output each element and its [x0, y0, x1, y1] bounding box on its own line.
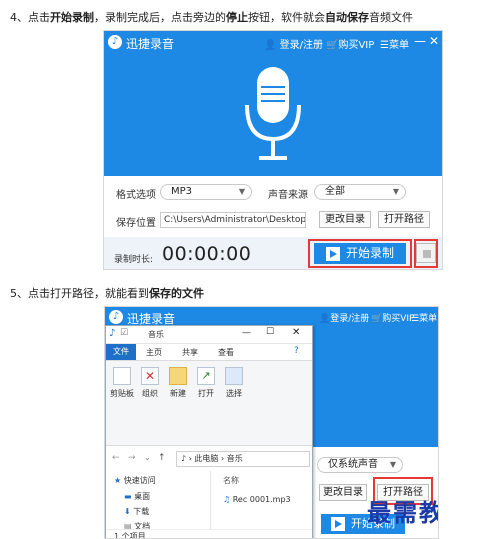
ribbon-organize[interactable]: ✕ 组织 [138, 365, 162, 423]
column-name-header[interactable]: 名称 [223, 475, 239, 486]
explorer-title-bar: ♪ ☑ 音乐 — ☐ ✕ [106, 326, 312, 344]
record-bar: 录制时长: 00:00:00 开始录制 [104, 237, 442, 269]
download-icon: ⬇ [124, 507, 131, 516]
app-logo-icon: ♪ [108, 35, 122, 49]
address-bar: ← → ⌄ ↑ ♪ › 此电脑 › 音乐 [106, 451, 312, 467]
path-label: 保存位置 [116, 218, 156, 229]
stop-button[interactable] [416, 243, 436, 263]
back-icon[interactable]: ← [112, 453, 120, 463]
chevron-down-icon: ▼ [238, 187, 245, 196]
desktop-icon: ▬ [124, 492, 132, 501]
explorer-tabs: 文件 主页 共享 查看 ? [106, 344, 312, 360]
file-row[interactable]: ♫ Rec 0001.mp3 [223, 495, 291, 504]
open-path-button[interactable]: 打开路径 [378, 211, 430, 228]
help-icon[interactable]: ? [294, 346, 299, 356]
ribbon-open[interactable]: ↗ 打开 [194, 365, 218, 423]
ribbon-select[interactable]: 选择 [222, 365, 246, 423]
title-bar: ♪ 迅捷录音 👤 登录/注册 🛒购买VIP ☰菜单 — ✕ [104, 31, 442, 53]
nav-desktop[interactable]: ▬ 桌面 [124, 491, 150, 502]
microphone-icon [245, 67, 301, 160]
recorder-window-2: ♪ 迅捷录音 👤登录/注册 🛒购买VIP ☰菜单 仅系统声音 ▼ 更改目录 打开路… [104, 306, 439, 539]
play-icon [331, 517, 345, 531]
item-count: 1 个项目 [114, 532, 146, 539]
timer-label: 录制时长: [114, 255, 154, 265]
music-note-icon: ♪ [109, 328, 116, 339]
tab-view[interactable]: 查看 [218, 347, 234, 358]
menu-button[interactable]: ☰菜单 [411, 311, 437, 324]
login-button[interactable]: 👤登录/注册 [319, 311, 369, 324]
maximize-icon[interactable]: ☐ [266, 327, 274, 337]
navigation-pane: ★ 快速访问 ▬ 桌面 ⬇ 下载 ▤ 文档 [106, 471, 206, 531]
timer-display: 00:00:00 [162, 243, 252, 265]
path-breadcrumb[interactable]: ♪ › 此电脑 › 音乐 [176, 451, 310, 467]
open-icon: ↗ [197, 367, 215, 385]
checkbox-icon: ☑ [120, 328, 129, 338]
explorer-title: 音乐 [148, 330, 164, 339]
up-icon[interactable]: ↑ [158, 453, 166, 463]
source-select[interactable]: 仅系统声音 ▼ [317, 457, 403, 473]
step-4-text: 4、点击开始录制，录制完成后，点击旁边的停止按钮，软件就会自动保存音频文件 [10, 11, 413, 24]
change-dir-button[interactable]: 更改目录 [319, 484, 367, 501]
tab-share[interactable]: 共享 [182, 347, 198, 358]
chevron-down-icon[interactable]: ⌄ [144, 453, 151, 462]
delete-icon: ✕ [141, 367, 159, 385]
play-icon [325, 246, 340, 261]
minimize-icon[interactable]: — [242, 328, 251, 338]
file-pane: 名称 ♫ Rec 0001.mp3 [210, 471, 312, 531]
app-logo-icon: ♪ [109, 310, 123, 324]
audio-file-icon: ♫ [223, 495, 231, 504]
recorder-window: ♪ 迅捷录音 👤 登录/注册 🛒购买VIP ☰菜单 — ✕ 格式选项 MP3 ▼ … [103, 30, 443, 270]
vip-button[interactable]: 🛒购买VIP [326, 36, 374, 51]
recorder-hero: ♪ 迅捷录音 👤 登录/注册 🛒购买VIP ☰菜单 — ✕ [104, 31, 442, 176]
close-icon[interactable]: ✕ [292, 327, 300, 338]
tab-home[interactable]: 主页 [146, 347, 162, 358]
save-path-field[interactable]: C:\Users\Administrator\Desktop [160, 212, 306, 228]
app-title: 迅捷录音 [126, 37, 175, 51]
nav-downloads[interactable]: ⬇ 下载 [124, 506, 149, 517]
chevron-down-icon: ▼ [392, 187, 399, 196]
start-record-button[interactable]: 开始录制 [314, 243, 406, 264]
tab-file[interactable]: 文件 [106, 344, 136, 360]
menu-button[interactable]: ☰菜单 [380, 36, 409, 51]
file-explorer-window: ♪ ☑ 音乐 — ☐ ✕ 文件 主页 共享 查看 ? 剪贴板 ✕ 组织 新建 ↗… [105, 325, 313, 539]
ribbon: 剪贴板 ✕ 组织 新建 ↗ 打开 选择 [106, 360, 312, 446]
select-icon [225, 367, 243, 385]
watermark: 最需教育 [367, 498, 438, 527]
status-bar: 1 个项目 [106, 529, 312, 539]
forward-icon[interactable]: → [128, 453, 136, 463]
source-select[interactable]: 全部 ▼ [314, 184, 406, 200]
source-label: 声音来源 [268, 190, 308, 201]
stop-icon [423, 250, 431, 258]
music-note-icon: ♪ [181, 454, 187, 463]
change-dir-button[interactable]: 更改目录 [319, 211, 371, 228]
step-5-text: 5、点击打开路径，就能看到保存的文件 [10, 287, 204, 300]
clipboard-icon [113, 367, 131, 385]
vip-button[interactable]: 🛒购买VIP [371, 311, 414, 324]
nav-quick-access[interactable]: ★ 快速访问 [114, 475, 156, 486]
ribbon-new[interactable]: 新建 [166, 365, 190, 423]
star-icon: ★ [114, 476, 122, 485]
close-icon[interactable]: ✕ [429, 34, 439, 48]
chevron-down-icon: ▼ [389, 460, 396, 469]
format-label: 格式选项 [116, 190, 156, 201]
minimize-icon[interactable]: — [414, 34, 426, 48]
ribbon-clipboard[interactable]: 剪贴板 [110, 365, 134, 423]
new-folder-icon [169, 367, 187, 385]
login-button[interactable]: 👤 登录/注册 [264, 36, 323, 51]
format-select[interactable]: MP3 ▼ [160, 184, 252, 200]
